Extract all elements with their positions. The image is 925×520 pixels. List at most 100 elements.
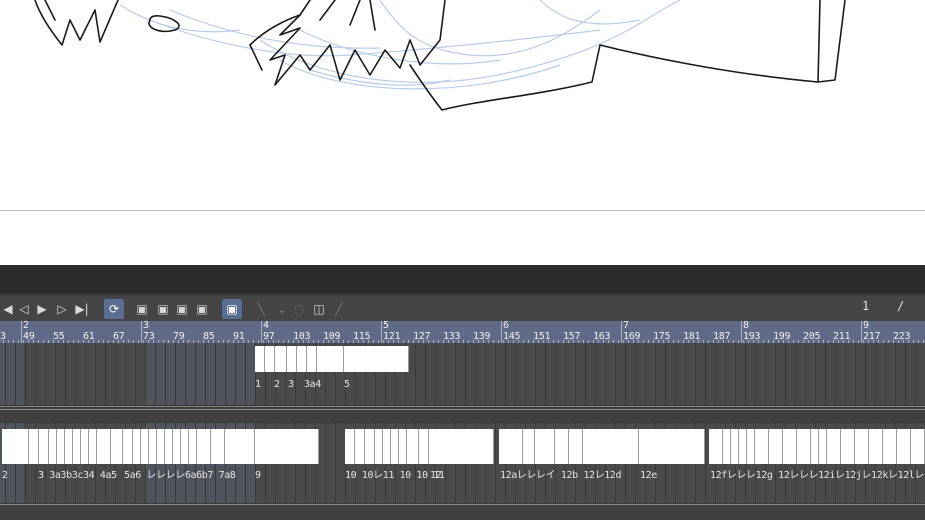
cel-thumbnail[interactable] <box>73 429 81 464</box>
track-separator <box>0 406 925 407</box>
cel-thumbnail[interactable] <box>739 429 747 464</box>
cel-thumbnail[interactable] <box>783 429 797 464</box>
cel-thumbnail[interactable] <box>375 429 383 464</box>
cel-thumbnail[interactable] <box>747 429 755 464</box>
cel-thumbnail[interactable] <box>855 429 869 464</box>
cel-thumbnail[interactable] <box>344 346 409 372</box>
delete-cel-icon[interactable]: ▣ <box>174 299 190 319</box>
selection-shade <box>0 343 24 405</box>
new-animation-cel-icon[interactable]: ▣ <box>134 299 150 319</box>
cel-thumbnail[interactable] <box>157 429 165 464</box>
cel-thumbnail[interactable] <box>429 429 494 464</box>
empty-track[interactable] <box>0 410 925 422</box>
cel-thumbnail[interactable] <box>2 429 29 464</box>
light-table-icon[interactable]: ◌ <box>291 299 307 319</box>
animation-folder-track-2[interactable]: 23 3a3b3c34 4a5 5a6 レレレレ6a6b7 7a8 9 10 10レ1… <box>0 423 925 503</box>
animation-folder-track-1[interactable]: 1 2 3 3a4 5 <box>0 343 925 405</box>
cel-thumbnail[interactable] <box>365 429 375 464</box>
cel-thumbnail[interactable] <box>811 429 819 464</box>
dropdown-chevron-icon[interactable]: ⌄ <box>274 299 290 319</box>
cel-thumbnail[interactable] <box>39 429 49 464</box>
cel-thumbnail[interactable] <box>57 429 65 464</box>
cel-spec-icon[interactable]: ▣ <box>194 299 210 319</box>
frame-grid-line <box>65 343 66 405</box>
cel-thumbnail[interactable] <box>911 429 925 464</box>
cel-thumbnail[interactable] <box>181 429 189 464</box>
frame-grid-line <box>495 343 496 405</box>
prev-frame-icon[interactable]: ◁ <box>16 299 32 319</box>
cel-thumbnail[interactable] <box>29 429 39 464</box>
cel-thumbnail[interactable] <box>173 429 181 464</box>
last-frame-icon[interactable]: ▶| <box>74 299 90 319</box>
cel-thumbnail[interactable] <box>287 346 297 372</box>
next-frame-icon[interactable]: ▷ <box>54 299 70 319</box>
cel-thumbnail[interactable] <box>407 429 419 464</box>
cel-thumbnail[interactable] <box>49 429 57 464</box>
cel-thumbnail[interactable] <box>769 429 783 464</box>
cel-thumbnail[interactable] <box>883 429 897 464</box>
enable-onion-icon[interactable]: ╲ <box>253 299 269 319</box>
cel-thumbnail[interactable] <box>133 429 141 464</box>
cel-label: 3 <box>288 379 294 390</box>
cel-thumbnail[interactable] <box>275 346 287 372</box>
empty-track[interactable] <box>0 505 925 520</box>
frame-grid-line <box>795 343 796 405</box>
cel-thumbnail[interactable] <box>841 429 855 464</box>
cel-thumbnail[interactable] <box>141 429 149 464</box>
cel-thumbnail[interactable] <box>297 346 307 372</box>
first-frame-icon[interactable]: ◀ <box>0 299 16 319</box>
cel-thumbnail[interactable] <box>399 429 407 464</box>
loop-icon[interactable]: ⟳ <box>104 299 124 319</box>
cel-thumbnail[interactable] <box>731 429 739 464</box>
cel-thumbnail[interactable] <box>723 429 731 464</box>
play-icon[interactable]: ▶ <box>34 299 50 319</box>
cel-thumbnail[interactable] <box>345 429 355 464</box>
cel-thumbnail[interactable] <box>149 429 157 464</box>
cel-thumbnail[interactable] <box>523 429 535 464</box>
cel-thumbnail[interactable] <box>123 429 133 464</box>
current-frame-readout: 1 <box>862 299 870 313</box>
cel-thumbnail[interactable] <box>97 429 111 464</box>
assign-cel-icon[interactable]: ▣ <box>155 299 171 319</box>
cel-thumbnail[interactable] <box>569 429 583 464</box>
cel-thumbnail[interactable] <box>317 346 344 372</box>
cel-thumbnail[interactable] <box>197 429 211 464</box>
cel-thumbnail[interactable] <box>583 429 639 464</box>
cel-thumbnail[interactable] <box>869 429 883 464</box>
cel-thumbnail[interactable] <box>535 429 555 464</box>
cel-thumbnail[interactable] <box>189 429 197 464</box>
layer-property-icon[interactable]: ◫ <box>311 299 327 319</box>
cel-thumbnail[interactable] <box>65 429 73 464</box>
cel-thumbnail[interactable] <box>165 429 173 464</box>
cel-thumbnail[interactable] <box>265 346 275 372</box>
cel-thumbnail[interactable] <box>797 429 811 464</box>
cel-thumbnail[interactable] <box>81 429 89 464</box>
cel-thumbnail[interactable] <box>555 429 569 464</box>
cel-thumbnail[interactable] <box>225 429 255 464</box>
cel-thumbnail[interactable] <box>255 429 319 464</box>
cel-thumbnail[interactable] <box>255 346 265 372</box>
cel-thumbnail[interactable] <box>819 429 827 464</box>
cel-thumbnail[interactable] <box>709 429 723 464</box>
cel-thumbnail[interactable] <box>827 429 841 464</box>
frame-grid-line <box>125 343 126 405</box>
cel-thumbnail[interactable] <box>897 429 911 464</box>
onion-skin-icon[interactable]: ▣ <box>222 299 242 319</box>
timeline-ruler[interactable]: 2 3 4 5 6 7 8 9 3 49 55 61 67 73 79 85 91 97 103 109 115 121 1… <box>0 321 925 343</box>
cel-thumbnail[interactable] <box>755 429 769 464</box>
frame-grid-line <box>185 343 186 405</box>
cel-thumbnail[interactable] <box>639 429 705 464</box>
cel-thumbnail[interactable] <box>211 429 225 464</box>
drawing-canvas[interactable] <box>0 0 925 265</box>
cel-thumbnail[interactable] <box>111 429 123 464</box>
cel-thumbnail[interactable] <box>355 429 365 464</box>
cel-thumbnail[interactable] <box>499 429 523 464</box>
cel-thumbnail[interactable] <box>383 429 391 464</box>
frame-grid-line <box>745 343 746 405</box>
cel-thumbnail[interactable] <box>391 429 399 464</box>
cel-thumbnail[interactable] <box>89 429 97 464</box>
cel-thumbnail[interactable] <box>307 346 317 372</box>
pen-icon[interactable]: ╱ <box>331 299 347 319</box>
frame-grid-line <box>605 343 606 405</box>
cel-thumbnail[interactable] <box>419 429 429 464</box>
